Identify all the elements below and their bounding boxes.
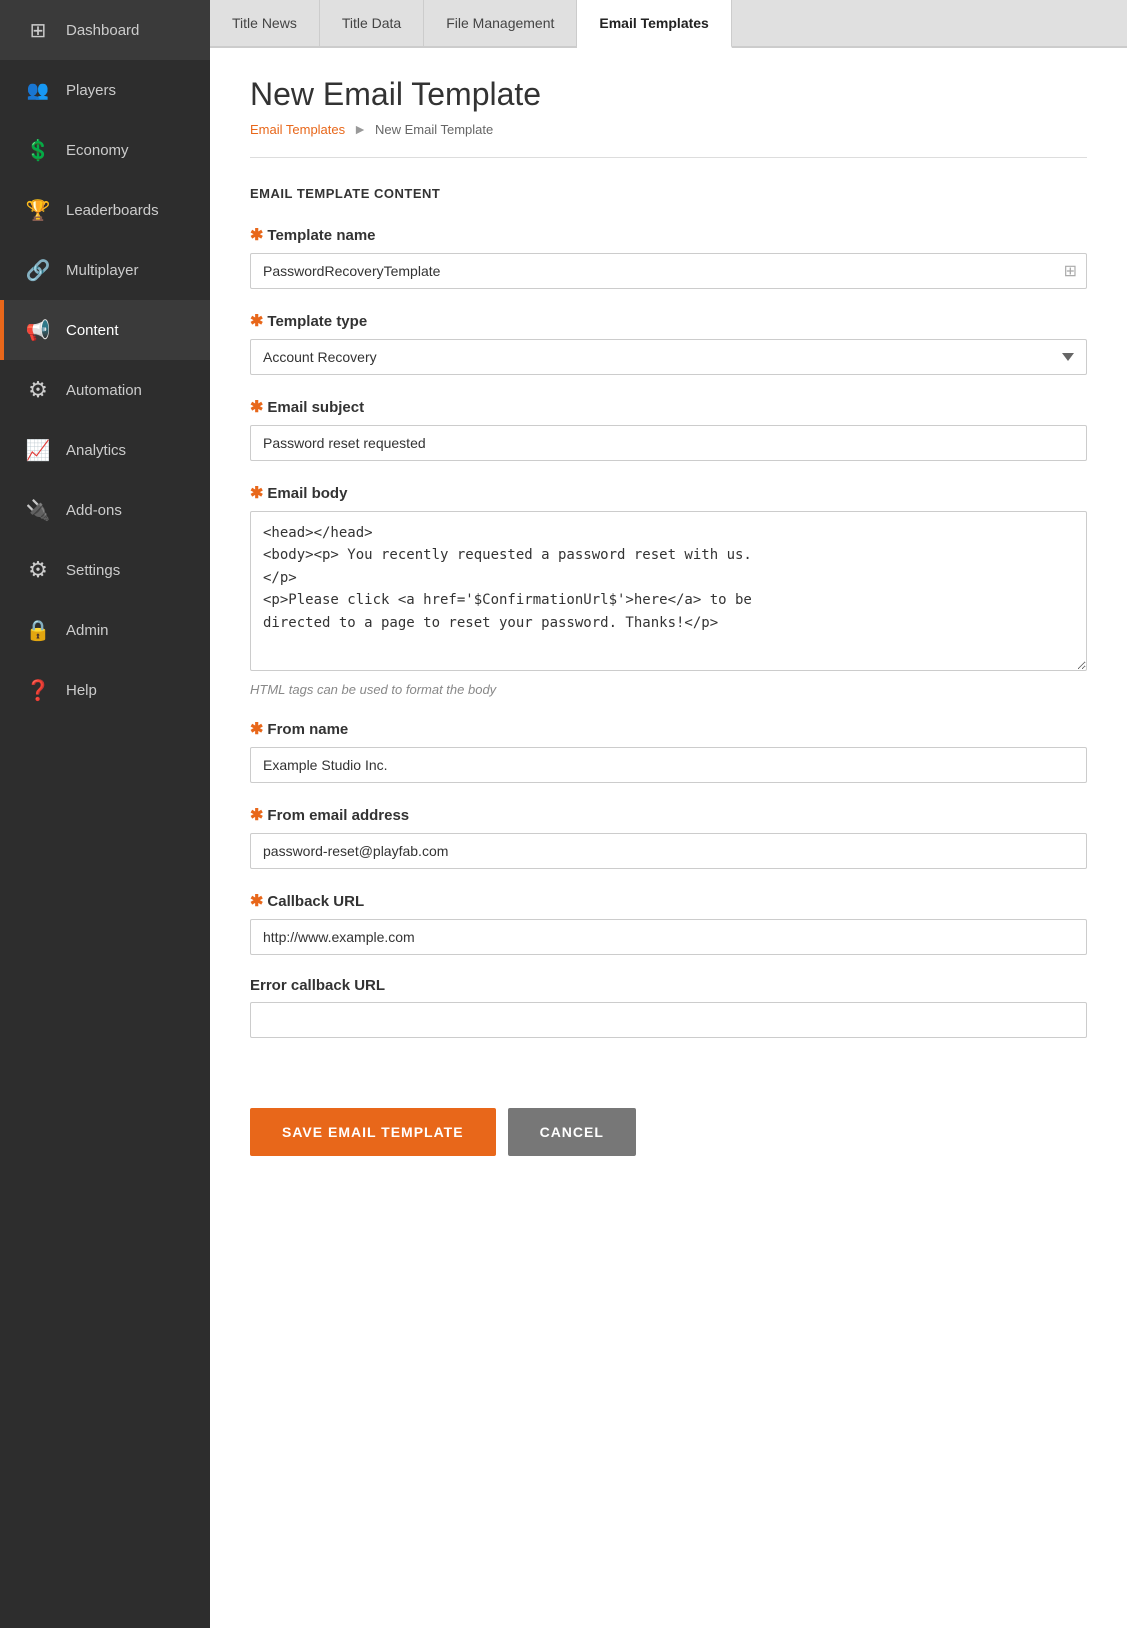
sidebar-label-leaderboards: Leaderboards (66, 202, 159, 219)
email-subject-label: ✱ Email subject (250, 397, 1087, 417)
required-star-from-name: ✱ (250, 719, 263, 739)
form-area: EMAIL TEMPLATE CONTENT ✱ Template name ⊞… (210, 158, 1127, 1080)
content-icon (22, 314, 54, 346)
template-name-input[interactable] (250, 253, 1087, 289)
sidebar-item-leaderboards[interactable]: Leaderboards (0, 180, 210, 240)
multiplayer-icon (22, 254, 54, 286)
settings-icon (22, 554, 54, 586)
sidebar-label-analytics: Analytics (66, 442, 126, 459)
email-subject-input[interactable] (250, 425, 1087, 461)
callback-url-group: ✱ Callback URL (250, 891, 1087, 955)
sidebar-item-help[interactable]: Help (0, 660, 210, 720)
sidebar-item-admin[interactable]: Admin (0, 600, 210, 660)
sidebar-item-dashboard[interactable]: Dashboard (0, 0, 210, 60)
from-email-label: ✱ From email address (250, 805, 1087, 825)
from-name-label: ✱ From name (250, 719, 1087, 739)
tab-title-news[interactable]: Title News (210, 0, 320, 46)
from-email-group: ✱ From email address (250, 805, 1087, 869)
sidebar-item-analytics[interactable]: Analytics (0, 420, 210, 480)
sidebar-label-admin: Admin (66, 622, 109, 639)
from-name-input[interactable] (250, 747, 1087, 783)
tab-title-data[interactable]: Title Data (320, 0, 424, 46)
template-name-grid-icon: ⊞ (1064, 261, 1077, 281)
sidebar-label-economy: Economy (66, 142, 129, 159)
callback-url-input[interactable] (250, 919, 1087, 955)
template-type-label: ✱ Template type (250, 311, 1087, 331)
email-body-hint: HTML tags can be used to format the body (250, 682, 1087, 697)
error-callback-url-input[interactable] (250, 1002, 1087, 1038)
breadcrumb: Email Templates ► New Email Template (250, 121, 1087, 137)
sidebar-label-automation: Automation (66, 382, 142, 399)
email-body-textarea[interactable] (250, 511, 1087, 671)
help-icon (22, 674, 54, 706)
template-name-group: ✱ Template name ⊞ (250, 225, 1087, 289)
leaderboards-icon (22, 194, 54, 226)
automation-icon (22, 374, 54, 406)
email-subject-group: ✱ Email subject (250, 397, 1087, 461)
required-star-type: ✱ (250, 311, 263, 331)
template-type-group: ✱ Template type Account Recovery Email C… (250, 311, 1087, 375)
required-star-callback: ✱ (250, 891, 263, 911)
required-star-subject: ✱ (250, 397, 263, 417)
sidebar-label-dashboard: Dashboard (66, 22, 139, 39)
sidebar-item-multiplayer[interactable]: Multiplayer (0, 240, 210, 300)
sidebar-label-multiplayer: Multiplayer (66, 262, 139, 279)
sidebar-label-players: Players (66, 82, 116, 99)
addons-icon (22, 494, 54, 526)
required-star-from-email: ✱ (250, 805, 263, 825)
economy-icon (22, 134, 54, 166)
tab-email-templates[interactable]: Email Templates (577, 0, 731, 48)
sidebar-label-content: Content (66, 322, 119, 339)
page-title: New Email Template (250, 76, 1087, 113)
sidebar-item-settings[interactable]: Settings (0, 540, 210, 600)
template-name-label: ✱ Template name (250, 225, 1087, 245)
tab-bar: Title News Title Data File Management Em… (210, 0, 1127, 48)
sidebar-item-economy[interactable]: Economy (0, 120, 210, 180)
sidebar-item-players[interactable]: Players (0, 60, 210, 120)
error-callback-url-group: Error callback URL (250, 977, 1087, 1038)
players-icon (22, 74, 54, 106)
sidebar-item-addons[interactable]: Add-ons (0, 480, 210, 540)
sidebar-label-addons: Add-ons (66, 502, 122, 519)
template-type-select[interactable]: Account Recovery Email Confirmation Othe… (250, 339, 1087, 375)
template-name-input-wrapper: ⊞ (250, 253, 1087, 289)
dashboard-icon (22, 14, 54, 46)
sidebar-label-help: Help (66, 682, 97, 699)
page-header: New Email Template Email Templates ► New… (210, 48, 1127, 137)
main-content: Title News Title Data File Management Em… (210, 0, 1127, 1628)
section-title: EMAIL TEMPLATE CONTENT (250, 186, 1087, 201)
from-email-input[interactable] (250, 833, 1087, 869)
cancel-button[interactable]: CANCEL (508, 1108, 636, 1156)
email-body-group: ✱ Email body HTML tags can be used to fo… (250, 483, 1087, 697)
callback-url-label: ✱ Callback URL (250, 891, 1087, 911)
from-name-group: ✱ From name (250, 719, 1087, 783)
footer-actions: SAVE EMAIL TEMPLATE CANCEL (210, 1090, 1127, 1186)
save-email-template-button[interactable]: SAVE EMAIL TEMPLATE (250, 1108, 496, 1156)
admin-icon (22, 614, 54, 646)
breadcrumb-separator: ► (353, 121, 367, 137)
breadcrumb-link[interactable]: Email Templates (250, 122, 345, 137)
required-star-body: ✱ (250, 483, 263, 503)
error-callback-url-label: Error callback URL (250, 977, 1087, 994)
required-star-name: ✱ (250, 225, 263, 245)
sidebar-item-content[interactable]: Content (0, 300, 210, 360)
breadcrumb-current: New Email Template (375, 122, 493, 137)
sidebar-item-automation[interactable]: Automation (0, 360, 210, 420)
email-body-label: ✱ Email body (250, 483, 1087, 503)
sidebar-label-settings: Settings (66, 562, 120, 579)
tab-file-management[interactable]: File Management (424, 0, 577, 46)
analytics-icon (22, 434, 54, 466)
sidebar: Dashboard Players Economy Leaderboards M… (0, 0, 210, 1628)
